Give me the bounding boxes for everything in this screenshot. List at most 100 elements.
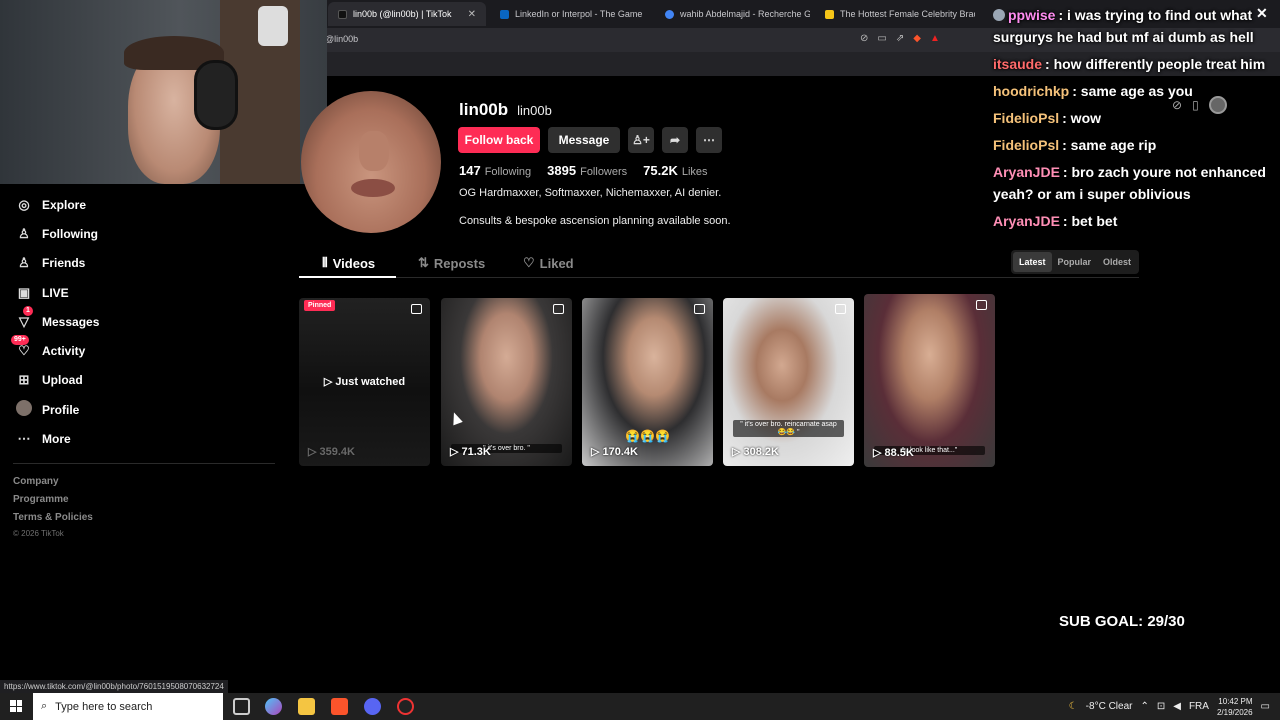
avatar-nose (359, 131, 389, 171)
tab-liked[interactable]: ♡ Liked (523, 255, 574, 271)
obs-icon[interactable] (397, 698, 414, 715)
chevron-up-icon[interactable]: ⌃ (1140, 701, 1148, 712)
video-thumbnail (723, 298, 854, 466)
sidebar-item-label: LIVE (42, 285, 69, 300)
tab-tiktok[interactable]: lin00b (@lin00b) | TikTok ✕ (328, 2, 486, 26)
share-profile-icon[interactable]: ➦ (662, 127, 688, 153)
notification-icon[interactable]: ▭ (1261, 701, 1270, 712)
sort-toggle: Latest Popular Oldest (1011, 250, 1140, 274)
sort-latest[interactable]: Latest (1013, 252, 1052, 272)
sidebar-item-label: Explore (42, 197, 87, 212)
tab-videos[interactable]: ⦀ Videos (322, 255, 375, 271)
footer-link-terms[interactable]: Terms & Policies (13, 509, 290, 527)
liked-heart-icon: ♡ (523, 255, 535, 270)
sidebar-item-more[interactable]: ⋯ More (0, 424, 290, 453)
profile-display-name: lin00b (459, 100, 509, 119)
moon-weather-icon: ☾ (1068, 701, 1078, 712)
clock[interactable]: 10:42 PM 2/19/2026 (1217, 696, 1253, 718)
tab-google-search[interactable]: wahib Abdelmajid - Recherche Goog (655, 2, 810, 26)
brave-shield-icon[interactable]: ◆ (913, 33, 921, 44)
close-tab-icon[interactable]: ✕ (468, 9, 476, 20)
share-icon[interactable]: ⇗ (896, 33, 904, 44)
copilot-icon[interactable] (265, 698, 282, 715)
weather-text[interactable]: -8°C Clear (1086, 701, 1133, 712)
profile-stats: 147 Following 3895 Followers 75.2K Likes (459, 163, 708, 178)
pinned-badge: Pinned (304, 300, 336, 311)
chat-text: : bet bet (1062, 213, 1118, 229)
tab-label: wahib Abdelmajid - Recherche Goog (680, 9, 810, 19)
sidebar-item-profile[interactable]: Profile (0, 395, 290, 424)
sidebar-item-label: Activity (42, 344, 86, 359)
url-text[interactable]: @lin00b (325, 34, 358, 44)
floating-tools: ⊘ ▯ (1172, 96, 1227, 114)
view-count: ▷ 359.4K (308, 446, 355, 458)
video-card[interactable]: " it's over bro. reincarnate asap 😂😂 " ▷… (723, 298, 854, 466)
profile-name-row: lin00b lin00b (459, 100, 552, 120)
video-card[interactable]: 😭😭😭 ▷ 170.4K (582, 298, 713, 466)
sub-goal-overlay: SUB GOAL: 29/30 (1059, 613, 1185, 630)
add-friend-icon[interactable]: ♙+ (628, 127, 654, 153)
brave-browser-icon[interactable] (331, 698, 348, 715)
sidebar-item-label: Profile (42, 402, 80, 417)
device-icon[interactable]: ▯ (1192, 98, 1199, 112)
video-caption: " it's over bro. reincarnate asap 😂😂 " (733, 420, 844, 437)
tiktok-favicon-icon (338, 9, 347, 19)
video-thumbnail (441, 298, 572, 466)
network-icon[interactable]: ⊡ (1157, 701, 1165, 712)
cast-icon[interactable]: ▭ (877, 33, 886, 44)
sidebar-item-friends[interactable]: ♙ Friends (0, 249, 290, 278)
followers-label: Followers (580, 166, 628, 178)
tab-celebrity-bracket[interactable]: The Hottest Female Celebrity Bracke (815, 2, 975, 26)
chat-text: : same age rip (1062, 137, 1157, 153)
sidebar-item-live[interactable]: ▣ LIVE (0, 278, 290, 307)
just-watched-label: ▷ Just watched (323, 376, 406, 388)
taskbar-search-input[interactable]: ⌕ Type here to search (33, 693, 223, 720)
view-count-value: 308.2K (743, 446, 779, 458)
compass-icon: ◎ (18, 196, 30, 212)
windows-start-icon[interactable] (10, 700, 22, 712)
sidebar-item-explore[interactable]: ◎ Explore (0, 190, 290, 219)
messages-badge: 1 (23, 305, 33, 316)
chat-username: FidelioPsl (993, 110, 1060, 126)
profile-avatar[interactable] (301, 91, 441, 233)
chat-badge-icon (993, 9, 1005, 21)
following-stat[interactable]: 147 Following (459, 163, 531, 178)
more-options-icon[interactable]: ⋯ (696, 127, 722, 153)
sort-oldest[interactable]: Oldest (1097, 252, 1137, 272)
followers-stat[interactable]: 3895 Followers (547, 163, 627, 178)
more-icon: ⋯ (17, 431, 31, 447)
sidebar-item-upload[interactable]: ⊞ Upload (0, 366, 290, 395)
tab-reposts[interactable]: ⇅ Reposts (418, 255, 485, 271)
chat-message: FidelioPsl: wow (993, 107, 1275, 129)
footer-link-programme[interactable]: Programme (13, 491, 290, 509)
sidebar-item-activity[interactable]: ♡ 99+ Activity (0, 335, 290, 365)
mute-icon[interactable]: ⊘ (860, 33, 868, 44)
sidebar-item-label: Friends (42, 256, 86, 271)
compass-tool-icon[interactable]: ⊘ (1172, 98, 1182, 112)
volume-icon[interactable]: ◀ (1173, 701, 1181, 712)
file-explorer-icon[interactable] (298, 698, 315, 715)
chat-message: AryanJDE: bro zach youre not enhanced ye… (993, 161, 1275, 205)
globe-icon[interactable] (1208, 96, 1227, 114)
sort-popular[interactable]: Popular (1052, 252, 1098, 272)
video-card[interactable]: Pinned ▷ Just watched ▷ 359.4K (299, 298, 430, 466)
footer-link-company[interactable]: Company (13, 473, 290, 491)
discord-icon[interactable] (364, 698, 381, 715)
chat-close-icon[interactable]: ✕ (1256, 5, 1268, 22)
sidebar-item-messages[interactable]: ▽ 1 Messages (0, 305, 290, 336)
chat-message: FidelioPsl: same age rip (993, 134, 1275, 156)
sidebar-item-following[interactable]: ♙ Following (0, 219, 290, 248)
lang-indicator[interactable]: FRA (1189, 701, 1209, 712)
message-button[interactable]: Message (548, 127, 620, 153)
tab-linkedin-interpol[interactable]: LinkedIn or Interpol - The Game (490, 2, 650, 26)
sidebar-item-label: More (42, 432, 71, 447)
video-card[interactable]: " it's over bro. " ▷ 71.3K (441, 298, 572, 466)
chat-message: ppwise: i was trying to find out what su… (993, 4, 1275, 48)
follow-back-button[interactable]: Follow back (458, 127, 540, 153)
task-view-icon[interactable] (233, 698, 250, 715)
brave-rewards-icon[interactable]: ▲ (930, 33, 940, 44)
just-watched-text: Just watched (335, 376, 406, 388)
photo-carousel-icon (976, 300, 987, 310)
search-placeholder: Type here to search (55, 700, 153, 713)
video-card[interactable]: "u look like that..." ▷ 88.5K (864, 294, 995, 467)
